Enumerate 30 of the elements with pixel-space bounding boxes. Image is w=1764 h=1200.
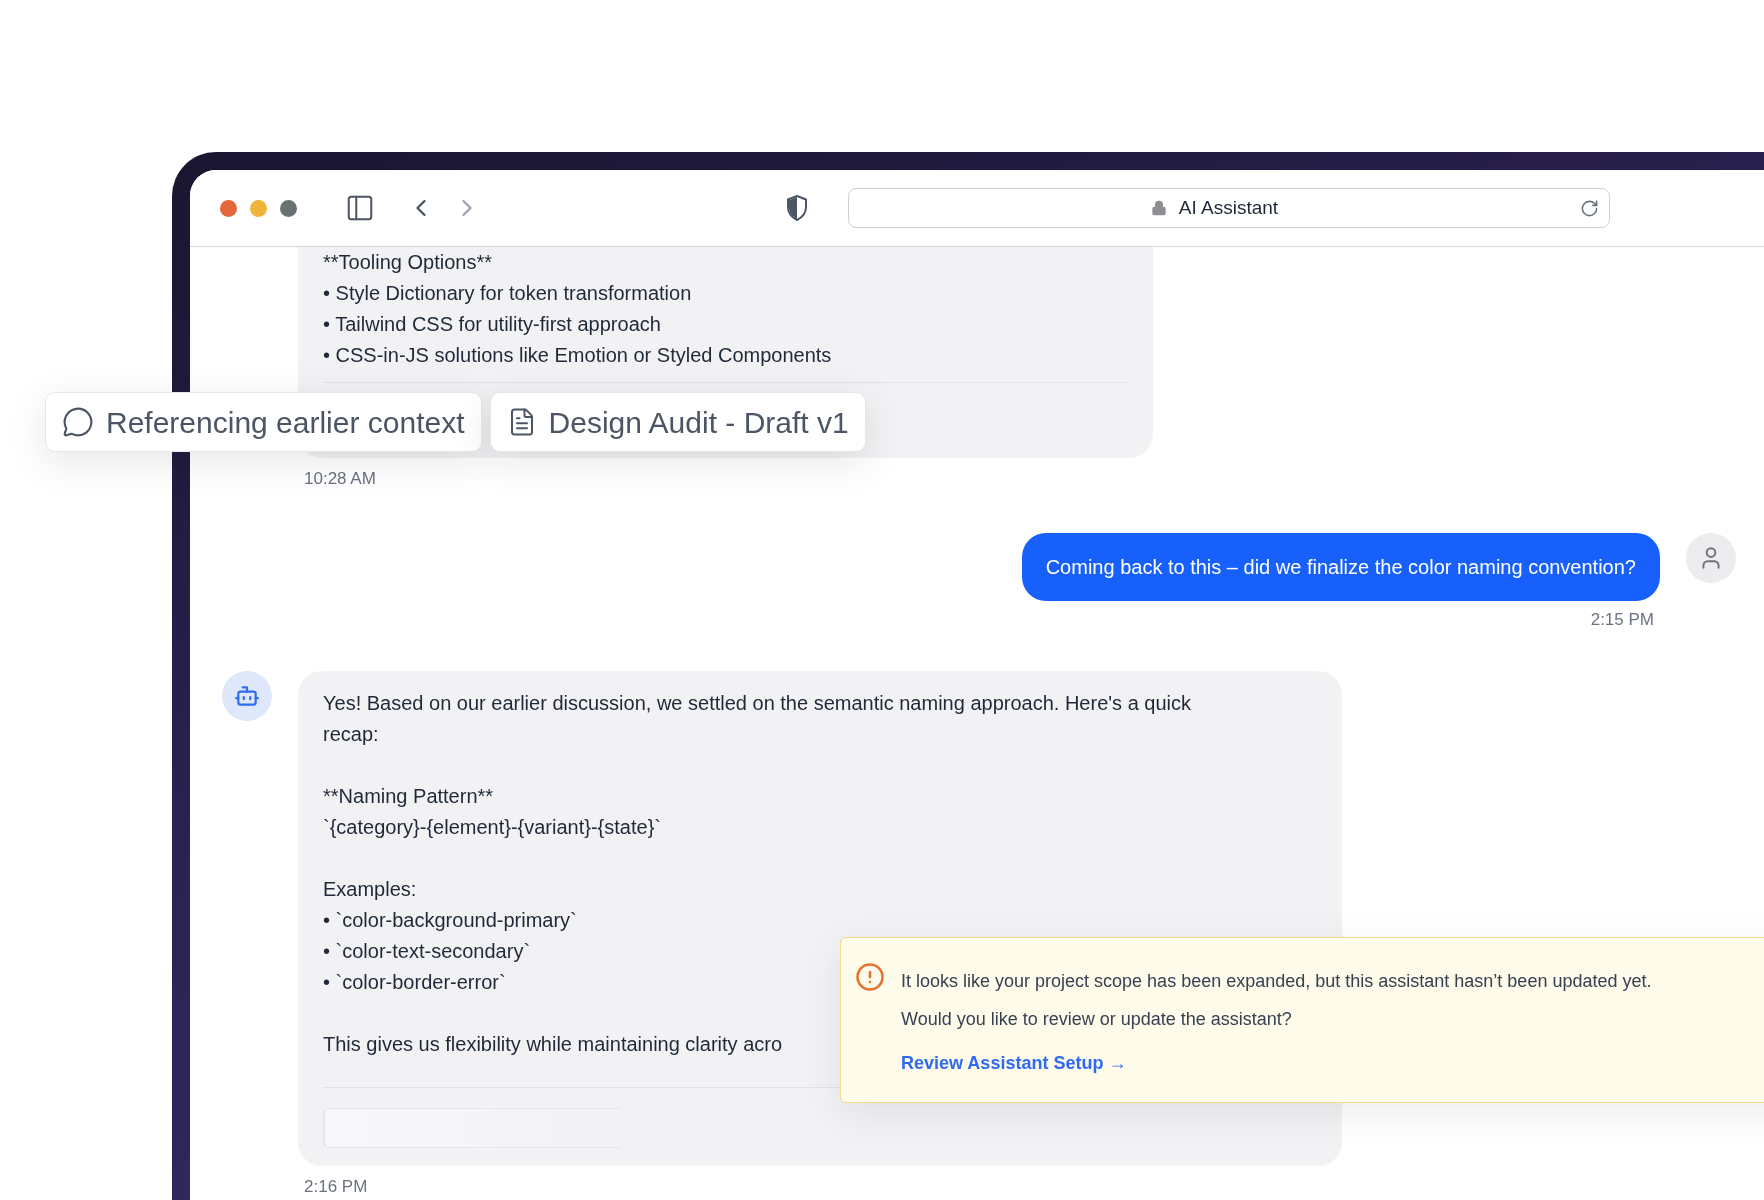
message-text: `{category}-{element}-{variant}-{state}` [323,815,661,840]
speech-bubble-icon [62,406,94,438]
alert-text: Would you like to review or update the assistant? [901,1008,1293,1031]
address-bar[interactable]: AI Assistant [848,188,1610,228]
message-time: 10:28 AM [304,469,376,488]
message-text: **Naming Pattern** [323,784,494,809]
reload-icon[interactable] [1580,198,1599,218]
message-text: **Tooling Options** [323,250,492,275]
message-bubble: Coming back to this – did we finalize the color naming convention? [1021,532,1660,601]
message-time: 2:16 PM [304,1177,368,1196]
sidebar-icon[interactable] [345,193,375,223]
robot-icon [234,683,260,709]
review-setup-link[interactable]: Review Assistant Setup → [901,1050,1127,1077]
message-text: Examples: [323,877,417,902]
message-time: 2:15 PM [1590,608,1654,631]
message-text: • CSS-in-JS solutions like Emotion or Styled Components [323,343,832,368]
lock-icon [1150,200,1167,216]
alert-text: It looks like your project scope has been expanded, but this assistant hasn’t been updated yet. [901,970,1652,993]
message-text: • `color-background-primary` [323,908,577,933]
context-chip[interactable]: Design Audit - Draft v1 [489,392,866,452]
message-text: • `color-text-secondary` [323,939,531,964]
message-text: • Style Dictionary for token transformation [323,281,692,306]
message-text: • Tailwind CSS for utility-first approach [323,312,661,337]
message-text: This gives us flexibility while maintaining clarity acro [323,1032,783,1057]
message-text: Yes! Based on our earlier discussion, we settled on the semantic naming approach. Here's a quick recap: [323,691,1192,747]
warning-icon [855,962,885,992]
shield-icon[interactable] [786,195,808,221]
message-text: • `color-border-error` [323,970,506,995]
address-text: AI Assistant [1178,195,1279,220]
context-chip[interactable]: Referencing earlier context [45,392,482,452]
